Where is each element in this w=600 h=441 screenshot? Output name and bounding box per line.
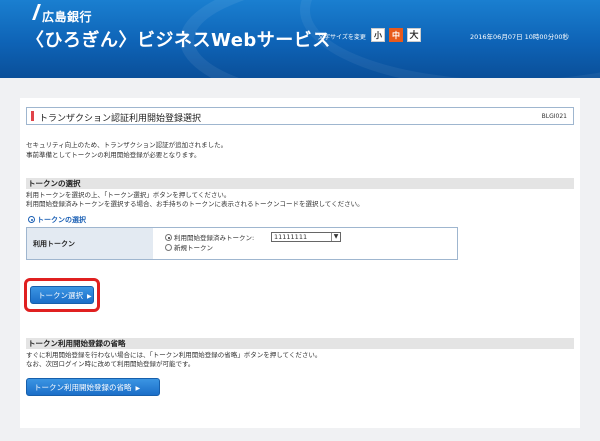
chevron-down-icon[interactable]: ▼: [331, 233, 340, 241]
token-select-button[interactable]: トークン選択 ▶: [30, 286, 94, 304]
radio-new-token[interactable]: [165, 244, 172, 251]
radio-registered-token[interactable]: [165, 234, 172, 241]
title-accent-bar: [31, 111, 34, 121]
description-line: 利用開始登録済みトークンを選択する場合、お手持ちのトークンに表示されるトークンコ…: [26, 200, 364, 208]
skip-registration-button-label: トークン利用開始登録の省略: [34, 383, 132, 392]
description-line: なお、次回ログイン時に改めて利用開始登録が可能です。: [26, 360, 195, 368]
circle-bullet-icon: [28, 216, 35, 223]
page-title: トランザクション認証利用開始登録選択: [39, 114, 202, 124]
skip-section-heading: トークン利用開始登録の省略: [26, 338, 574, 349]
skip-section-description: すぐに利用開始登録を行わない場合には、「トークン利用開始登録の省略」ボタンを押し…: [26, 351, 321, 369]
arrow-right-icon: ▶: [135, 385, 141, 392]
app-header: 広島銀行 〈ひろぎん〉ビジネスWebサービス 文字サイズを変更 小 中 大 20…: [0, 0, 600, 78]
current-datetime: 2016年06月07日 10時00分00秒: [470, 33, 569, 41]
font-size-large-button[interactable]: 大: [407, 28, 421, 42]
registered-token-label: 利用開始登録済みトークン:: [174, 234, 255, 242]
registered-token-option[interactable]: 利用開始登録済みトークン:: [165, 233, 254, 243]
token-subheading-label: トークンの選択: [37, 216, 86, 224]
font-size-label: 文字サイズを変更: [318, 34, 366, 41]
new-token-option[interactable]: 新規トークン: [165, 243, 254, 253]
bank-logo-icon: [23, 4, 41, 20]
description-line: すぐに利用開始登録を行わない場合には、「トークン利用開始登録の省略」ボタンを押し…: [26, 351, 322, 359]
intro-line: セキュリティ向上のため、トランザクション認証が追加されました。: [26, 141, 228, 149]
bank-name: 広島銀行: [42, 10, 93, 24]
screen-code: BLGI021: [541, 113, 567, 120]
main-content: トランザクション認証利用開始登録選択 BLGI021 セキュリティ向上のため、ト…: [20, 98, 580, 428]
arrow-right-icon: ▶: [87, 293, 92, 300]
font-size-medium-button[interactable]: 中: [389, 28, 403, 42]
token-subheading: トークンの選択: [28, 215, 86, 225]
token-field-label: 利用トークン: [27, 228, 153, 259]
token-selection-table: 利用トークン 利用開始登録済みトークン: 新規トークン 11111111 ▼: [26, 227, 458, 260]
new-token-label: 新規トークン: [174, 244, 213, 252]
token-section-description: 利用トークンを選択の上、「トークン選択」ボタンを押してください。 利用開始登録済…: [26, 191, 364, 209]
service-title: 〈ひろぎん〉ビジネスWebサービス: [26, 30, 331, 51]
page-title-box: トランザクション認証利用開始登録選択 BLGI021: [26, 107, 574, 125]
token-select-value: 11111111: [274, 233, 308, 241]
skip-registration-button[interactable]: トークン利用開始登録の省略 ▶: [26, 378, 160, 396]
token-options: 利用開始登録済みトークン: 新規トークン: [165, 233, 254, 253]
token-select-button-label: トークン選択: [38, 291, 83, 300]
intro-line: 事前準備としてトークンの利用開始登録が必要となります。: [26, 151, 201, 159]
token-section-heading: トークンの選択: [26, 178, 574, 189]
font-size-small-button[interactable]: 小: [371, 28, 385, 42]
token-select[interactable]: 11111111 ▼: [271, 232, 341, 242]
description-line: 利用トークンを選択の上、「トークン選択」ボタンを押してください。: [26, 191, 231, 199]
intro-text: セキュリティ向上のため、トランザクション認証が追加されました。 事前準備としてト…: [26, 140, 227, 160]
